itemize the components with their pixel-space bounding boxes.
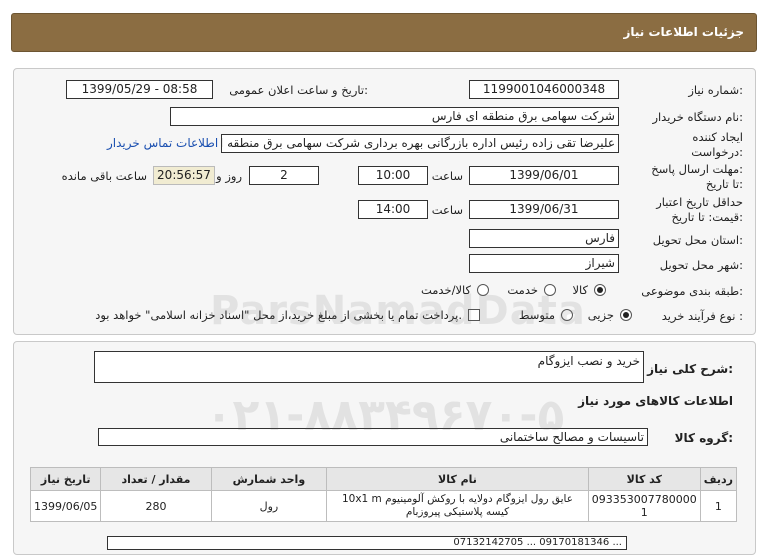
validity-time-label: ساعت [431, 203, 463, 217]
table-header-row: ردیف کد کالا نام کالا واحد شمارش مقدار /… [29, 467, 738, 491]
process-label: نوع فرآیند خرید : [661, 309, 743, 323]
need-number-field[interactable]: 1199001046000348 [469, 80, 619, 99]
buyer-contact-link[interactable]: اطلاعات تماس خریدار [107, 136, 218, 150]
deadline-label-1: مهلت ارسال پاسخ: [651, 162, 743, 176]
city-field[interactable]: شیراز [469, 254, 619, 273]
need-number-label: شماره نیاز: [688, 83, 743, 97]
days-remaining-field[interactable]: 2 [249, 166, 319, 185]
announce-date-label: تاریخ و ساعت اعلان عمومی: [229, 83, 368, 97]
process-radio-medium[interactable] [561, 309, 573, 321]
city-label: شهر محل تحویل: [659, 258, 743, 272]
deadline-label-2: تا تاریخ: [705, 177, 743, 191]
items-section-title: اطلاعات کالاهای مورد نیاز [578, 394, 733, 408]
col-name: نام کالا [326, 467, 589, 491]
category-option-service: خدمت [507, 283, 538, 297]
announce-date-field[interactable]: 1399/05/29 - 08:58 [66, 80, 213, 99]
description-label: شرح کلی نیاز: [647, 362, 733, 376]
validity-time-field[interactable]: 14:00 [358, 200, 428, 219]
category-radio-goods[interactable] [594, 284, 606, 296]
page-title: جزئیات اطلاعات نیاز [623, 25, 744, 39]
remaining-time-field: 20:56:57 [153, 166, 215, 185]
province-label: استان محل تحویل: [652, 233, 743, 247]
cell-row: 1 [699, 490, 738, 522]
category-option-goods-service: کالا/خدمت [420, 283, 471, 297]
days-label: روز و [216, 169, 242, 183]
cell-name: عایق رول ایزوگام دولایه با روکش آلومینیو… [326, 490, 589, 522]
col-row: ردیف [699, 467, 738, 491]
treasury-payment-checkbox[interactable] [468, 309, 480, 321]
validity-label-1: حداقل تاریخ اعتبار [656, 195, 743, 209]
cell-qty: 280 [100, 490, 212, 522]
col-code: کد کالا [587, 467, 701, 491]
creator-field[interactable]: علیرضا تقی زاده رئیس اداره بازرگانی بهره… [221, 134, 619, 153]
validity-date-field[interactable]: 1399/06/31 [469, 200, 619, 219]
goods-group-label: گروه کالا: [674, 431, 733, 445]
creator-label-1: ایجاد کننده [692, 130, 743, 144]
buyer-org-field[interactable]: شرکت سهامی برق منطقه ای فارس [170, 107, 619, 126]
treasury-payment-note: پرداخت تمام یا بخشی از مبلغ خرید،از محل … [95, 308, 462, 322]
table-row[interactable]: 1 093353007780000 1 عایق رول ایزوگام دول… [29, 490, 738, 522]
category-option-goods: کالا [572, 283, 588, 297]
deadline-time-field[interactable]: 10:00 [358, 166, 428, 185]
col-date: تاریخ نیاز [29, 467, 102, 491]
process-radio-minor[interactable] [620, 309, 632, 321]
page-header: جزئیات اطلاعات نیاز [11, 13, 757, 52]
goods-group-field[interactable]: تاسیسات و مصالح ساختمانی [98, 428, 648, 446]
category-radio-service[interactable] [544, 284, 556, 296]
process-option-minor: جزیی [587, 308, 614, 322]
category-label: طبقه بندی موضوعی: [641, 284, 743, 298]
buyer-org-label: نام دستگاه خریدار: [652, 110, 743, 124]
creator-label-2: درخواست: [691, 145, 743, 159]
cell-date: 1399/06/05 [29, 490, 102, 522]
cell-code: 093353007780000 1 [587, 490, 701, 522]
buyer-contact-footer: 07132142705 ... 09170181346 ... [107, 536, 627, 550]
col-qty: مقدار / تعداد [100, 467, 212, 491]
deadline-date-field[interactable]: 1399/06/01 [469, 166, 619, 185]
cell-unit: رول [210, 490, 328, 522]
deadline-time-label: ساعت [431, 169, 463, 183]
remaining-time-label: ساعت باقی مانده [61, 169, 147, 183]
province-field[interactable]: فارس [469, 229, 619, 248]
description-field[interactable]: خرید و نصب ایزوگام [94, 351, 644, 383]
goods-table: ردیف کد کالا نام کالا واحد شمارش مقدار /… [29, 467, 738, 522]
process-option-medium: متوسط [518, 308, 555, 322]
col-unit: واحد شمارش [210, 467, 328, 491]
validity-label-2: قیمت: تا تاریخ: [671, 210, 743, 224]
category-radio-goods-service[interactable] [477, 284, 489, 296]
